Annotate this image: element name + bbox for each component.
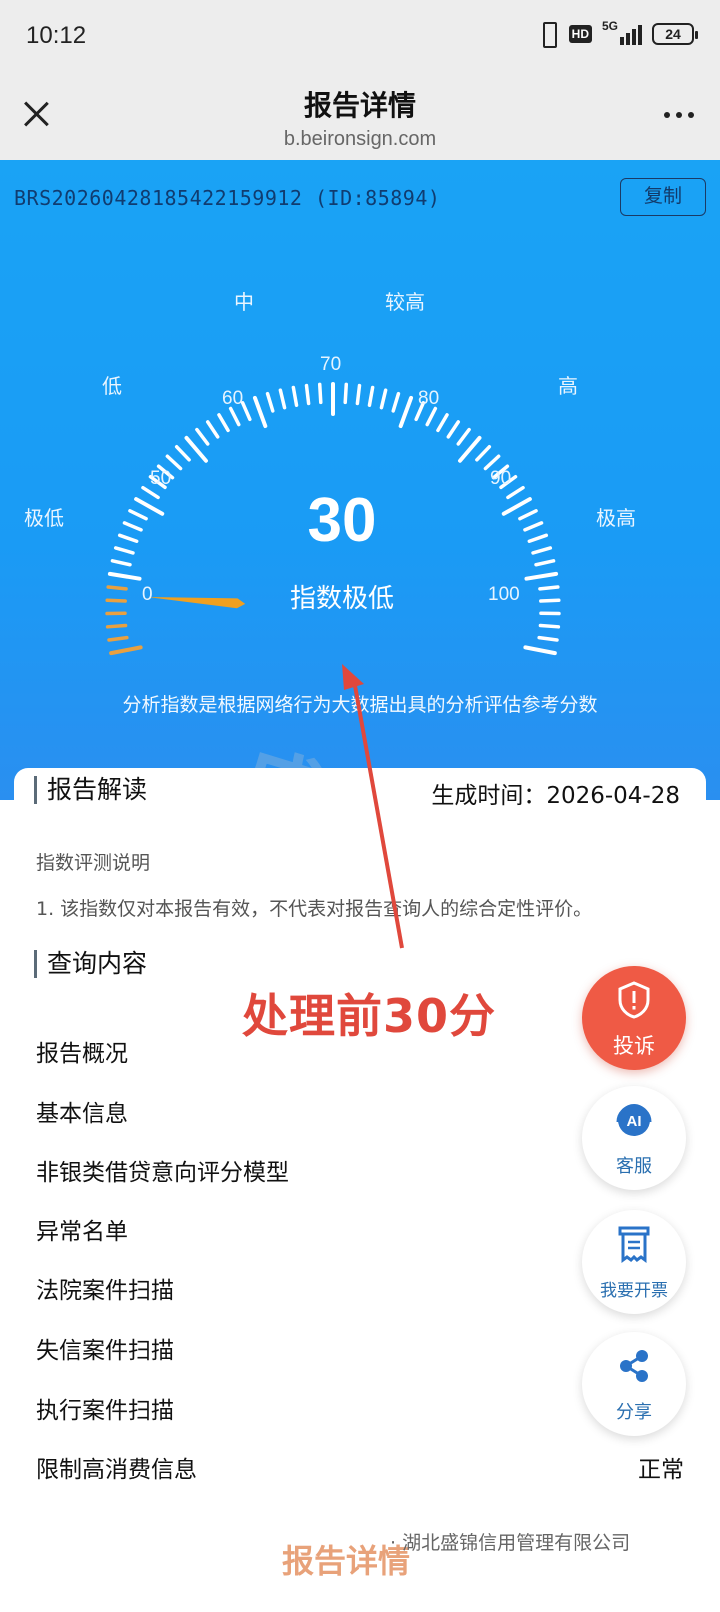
- ai-badge-text: AI: [627, 1113, 642, 1130]
- invoice-button[interactable]: 我要开票: [582, 1210, 686, 1314]
- invoice-icon: [618, 1226, 650, 1263]
- complaint-button[interactable]: 投诉: [582, 966, 686, 1070]
- complaint-label: 投诉: [613, 1034, 655, 1058]
- footer: 报告详情 · 湖北盛锦信用管理有限公司: [0, 1520, 720, 1612]
- invoice-label: 我要开票: [600, 1281, 668, 1301]
- ai-service-button[interactable]: AI 客服: [582, 1086, 686, 1190]
- share-label: 分享: [616, 1402, 652, 1423]
- shield-alert-icon: [618, 981, 650, 1019]
- annotation-text: 处理前30分: [242, 989, 497, 1043]
- ai-headset-icon: AI: [616, 1104, 652, 1136]
- ai-service-label: 客服: [616, 1156, 652, 1177]
- share-icon: [620, 1350, 648, 1382]
- share-button[interactable]: 分享: [582, 1332, 686, 1436]
- footer-source: · 湖北盛锦信用管理有限公司: [390, 1532, 631, 1554]
